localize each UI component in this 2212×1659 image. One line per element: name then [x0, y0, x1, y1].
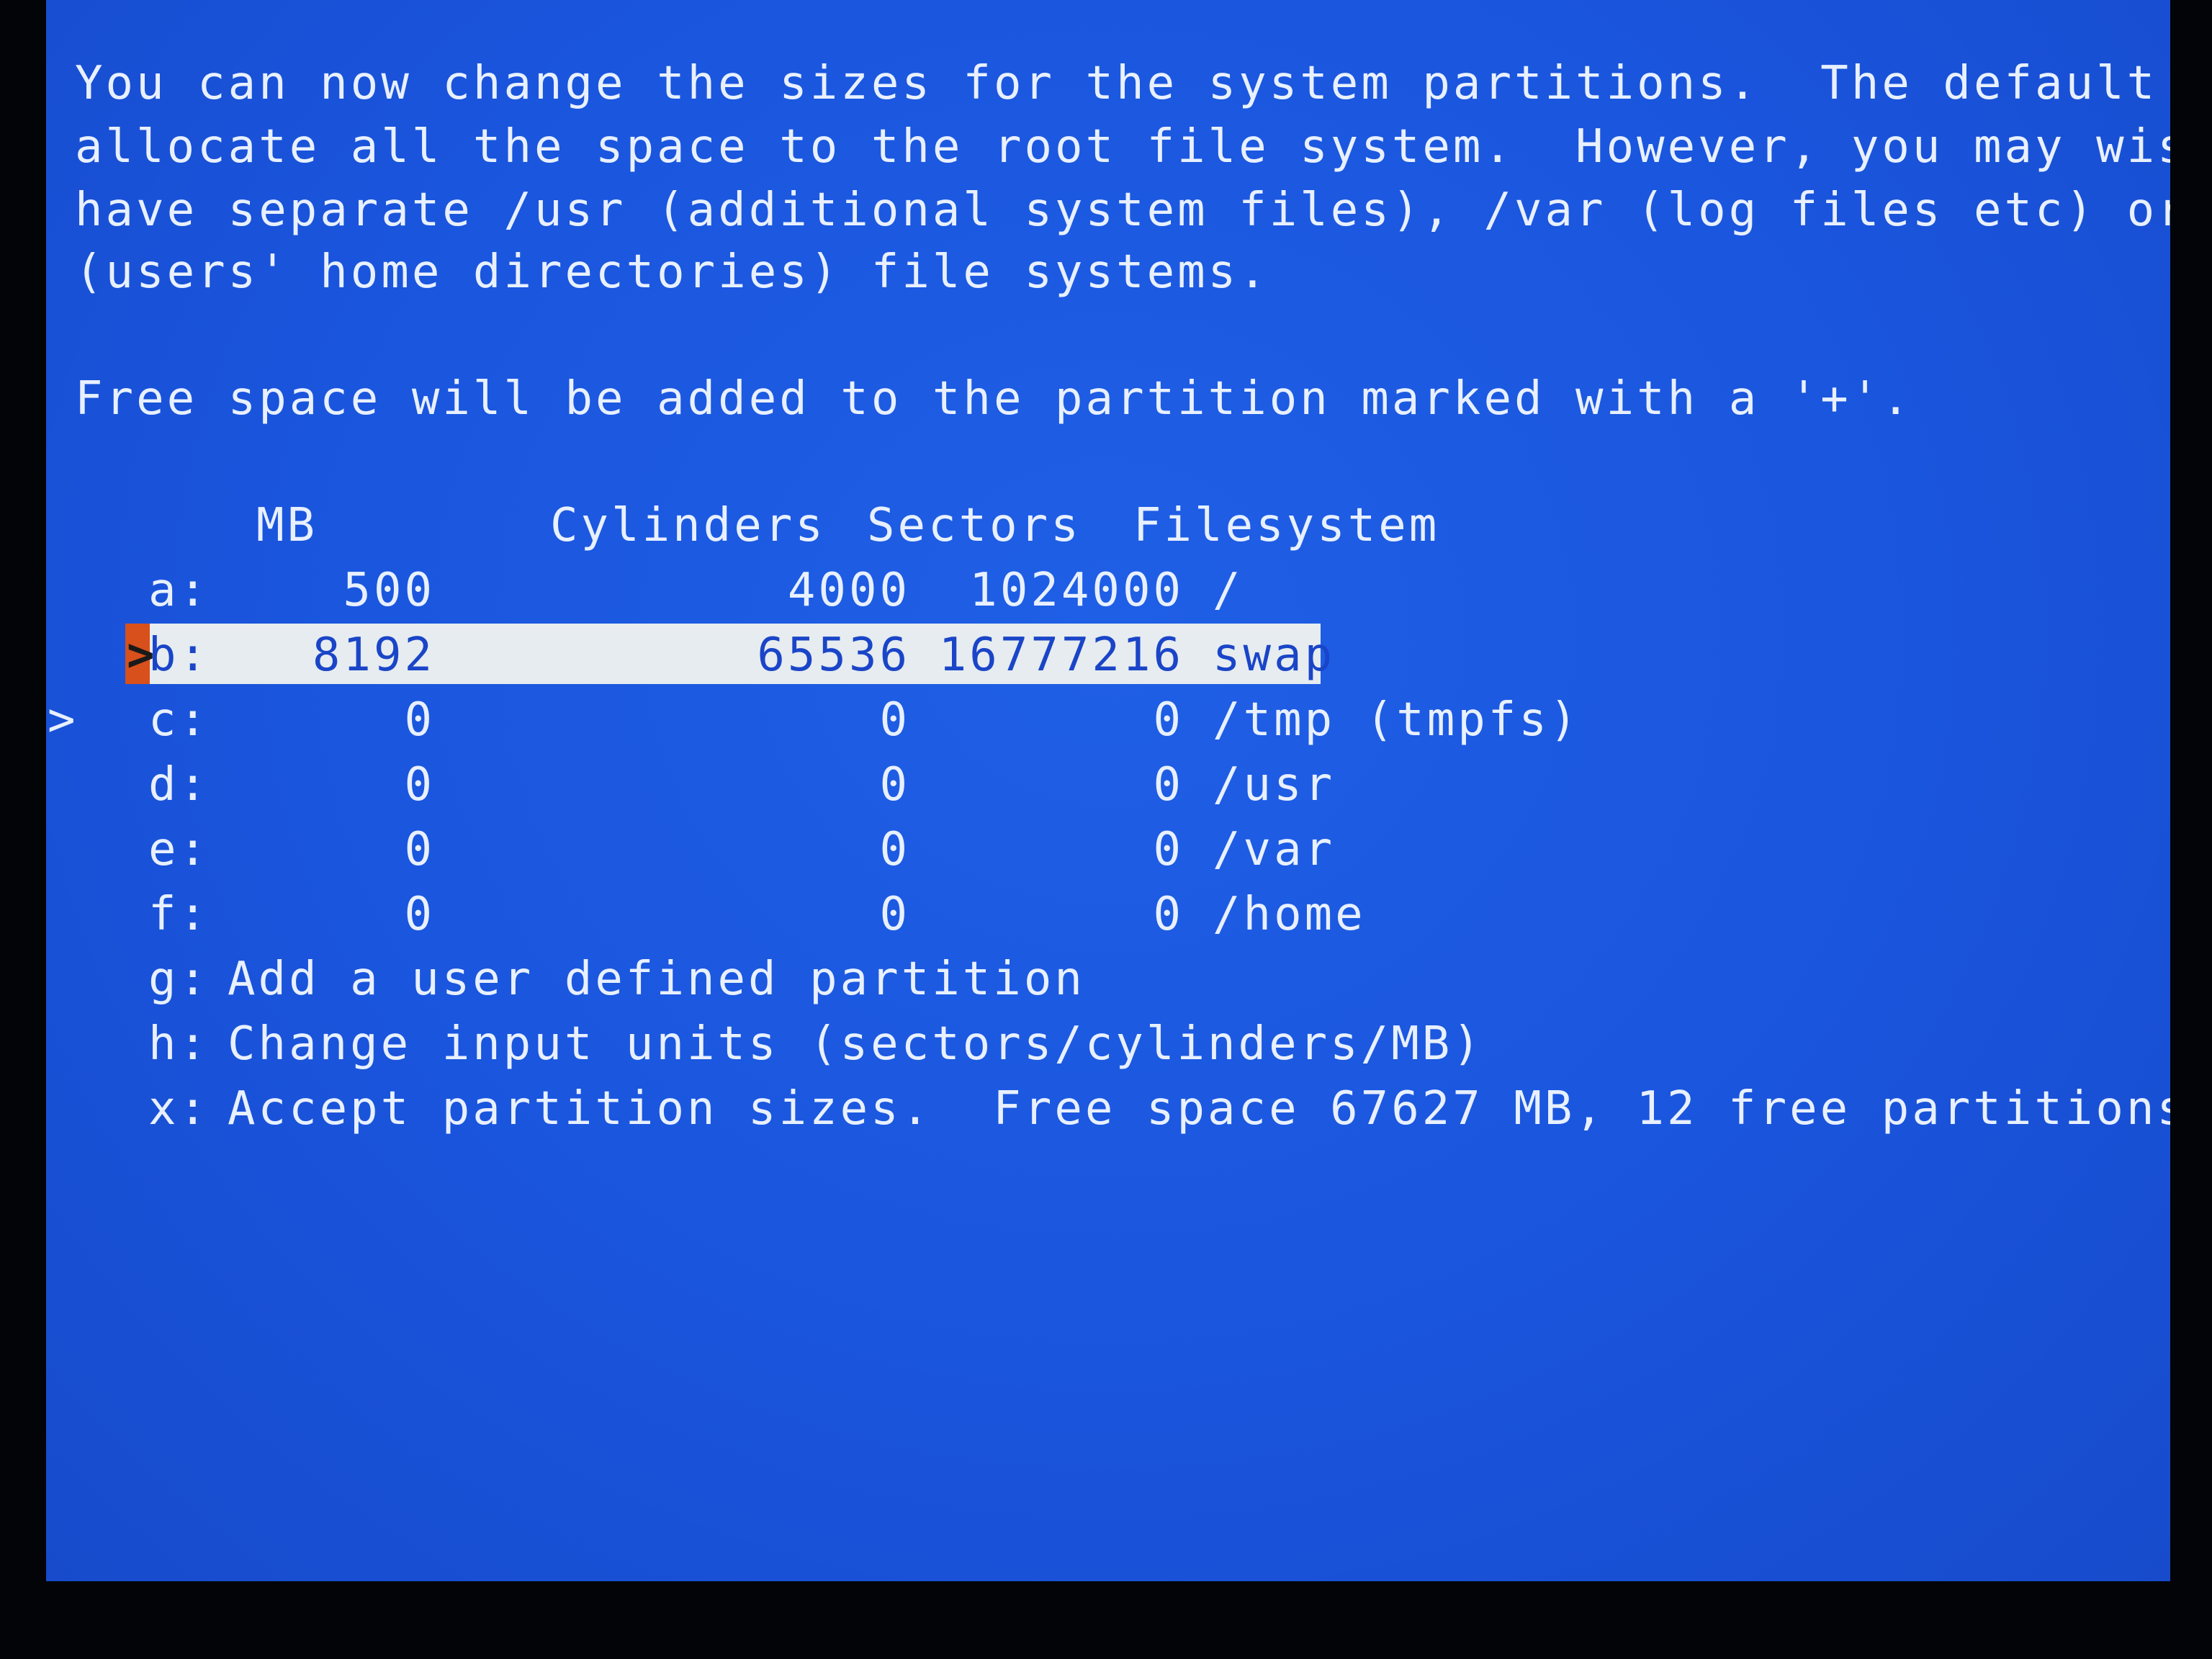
option-key: h: [148, 1017, 210, 1071]
row-mb: 0 [404, 888, 435, 941]
header-sectors: Sectors [867, 499, 1082, 552]
row-sectors: 0 [1153, 888, 1184, 941]
row-key: d: [148, 758, 210, 811]
row-sectors: 1024000 [969, 564, 1184, 617]
option-key: g: [148, 953, 210, 1006]
row-filesystem: /var [1213, 823, 1336, 876]
option-label: Change input units (sectors/cylinders/MB… [228, 1017, 1483, 1071]
row-cylinders: 0 [879, 693, 910, 747]
row-cylinders: 0 [879, 758, 910, 811]
row-filesystem: / [1213, 564, 1244, 617]
row-filesystem: /usr [1213, 758, 1336, 811]
intro-line-1: You can now change the sizes for the sys… [75, 57, 2170, 110]
row-key: f: [148, 888, 210, 941]
option-label: Add a user defined partition [228, 953, 1085, 1006]
row-mb: 500 [343, 564, 435, 617]
intro-line-2: allocate all the space to the root file … [75, 120, 2170, 174]
free-space-note: Free space will be added to the partitio… [75, 372, 1912, 426]
option-label: Accept partition sizes. Free space 67627… [228, 1082, 2170, 1136]
row-cylinders: 4000 [787, 564, 910, 617]
intro-line-3: have separate /usr (additional system fi… [75, 184, 2170, 237]
row-filesystem: /home [1213, 888, 1366, 941]
row-mb: 8192 [312, 629, 435, 682]
row-filesystem: swap [1213, 629, 1336, 682]
header-filesystem: Filesystem [1133, 499, 1440, 552]
scroll-marker: > [48, 693, 78, 747]
row-sectors: 16777216 [938, 629, 1184, 682]
row-key: b: [148, 629, 210, 682]
row-mb: 0 [404, 758, 435, 811]
header-cylinders: Cylinders [550, 499, 826, 552]
row-key: c: [148, 693, 210, 747]
row-cylinders: 0 [879, 823, 910, 876]
installer-screen: You can now change the sizes for the sys… [46, 0, 2170, 1581]
row-sectors: 0 [1153, 823, 1184, 876]
option-key: x: [148, 1082, 210, 1136]
row-mb: 0 [404, 693, 435, 747]
header-mb: MB [256, 499, 318, 552]
row-cylinders: 65536 [757, 629, 910, 682]
intro-line-4: (users' home directories) file systems. [75, 246, 1269, 299]
row-cylinders: 0 [879, 888, 910, 941]
row-key: a: [148, 564, 210, 617]
row-sectors: 0 [1153, 693, 1184, 747]
row-key: e: [148, 823, 210, 876]
row-sectors: 0 [1153, 758, 1184, 811]
row-filesystem: /tmp (tmpfs) [1213, 693, 1581, 747]
row-mb: 0 [404, 823, 435, 876]
